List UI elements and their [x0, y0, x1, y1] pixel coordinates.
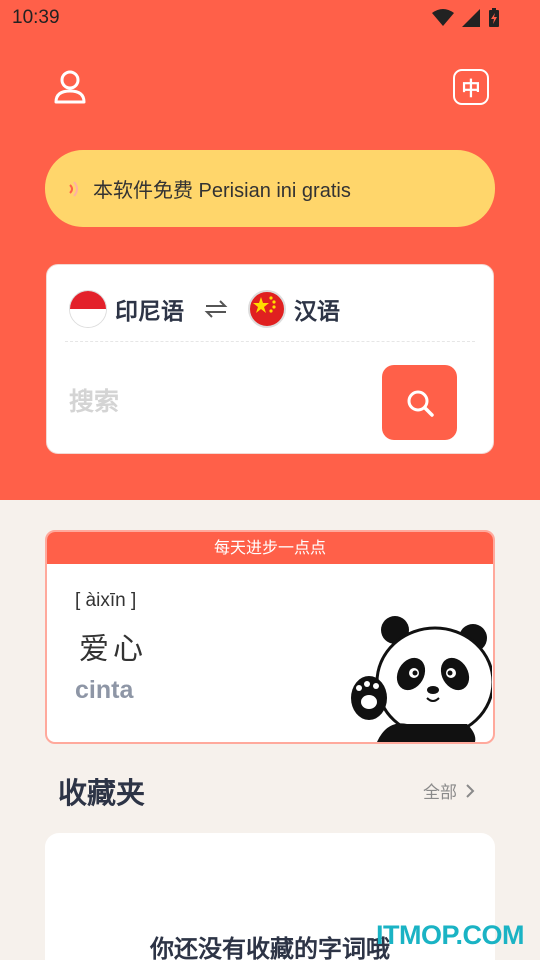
status-icons: [432, 8, 500, 28]
search-button[interactable]: [382, 365, 457, 440]
favorites-all-link[interactable]: 全部: [423, 778, 475, 803]
daily-pinyin: [ àixīn ]: [75, 590, 137, 611]
language-toggle-label: 中: [461, 77, 481, 100]
china-flag-stars: [253, 296, 276, 313]
signal-icon: [462, 9, 480, 27]
target-language-button[interactable]: 汉语: [294, 292, 340, 326]
sound-icon: [69, 180, 78, 197]
swap-icon[interactable]: [204, 299, 228, 319]
divider: [65, 341, 475, 342]
daily-word-card[interactable]: 每天进步一点点 [ àixīn ] 爱心 cinta: [45, 530, 495, 744]
status-bar: 10:39: [0, 0, 540, 38]
wifi-icon: [432, 9, 454, 26]
notice-text: 本软件免费 Perisian ini gratis: [93, 180, 351, 202]
chevron-right-icon: [466, 783, 475, 798]
watermark: ITMOP.COM: [376, 920, 525, 950]
daily-translation: cinta: [75, 676, 134, 704]
indonesia-flag-icon[interactable]: [69, 290, 107, 328]
favorites-title: 收藏夹: [58, 776, 146, 810]
panda-illustration: [351, 616, 492, 742]
daily-hanzi: 爱心: [79, 632, 147, 667]
search-input[interactable]: [69, 379, 369, 423]
search-icon: [407, 390, 434, 417]
favorites-all-label: 全部: [423, 783, 457, 803]
language-toggle-button[interactable]: 中: [453, 69, 489, 105]
translator-card: 印尼语 汉语: [46, 264, 494, 454]
battery-icon: [489, 8, 499, 27]
source-language-button[interactable]: 印尼语: [115, 292, 184, 326]
user-icon[interactable]: [50, 68, 90, 108]
china-flag-icon[interactable]: [248, 290, 286, 328]
notice-banner: 本软件免费 Perisian ini gratis: [45, 150, 495, 227]
language-selector-row: 印尼语 汉语: [69, 287, 340, 331]
daily-card-header: 每天进步一点点: [47, 532, 493, 564]
status-time: 10:39: [12, 7, 60, 28]
